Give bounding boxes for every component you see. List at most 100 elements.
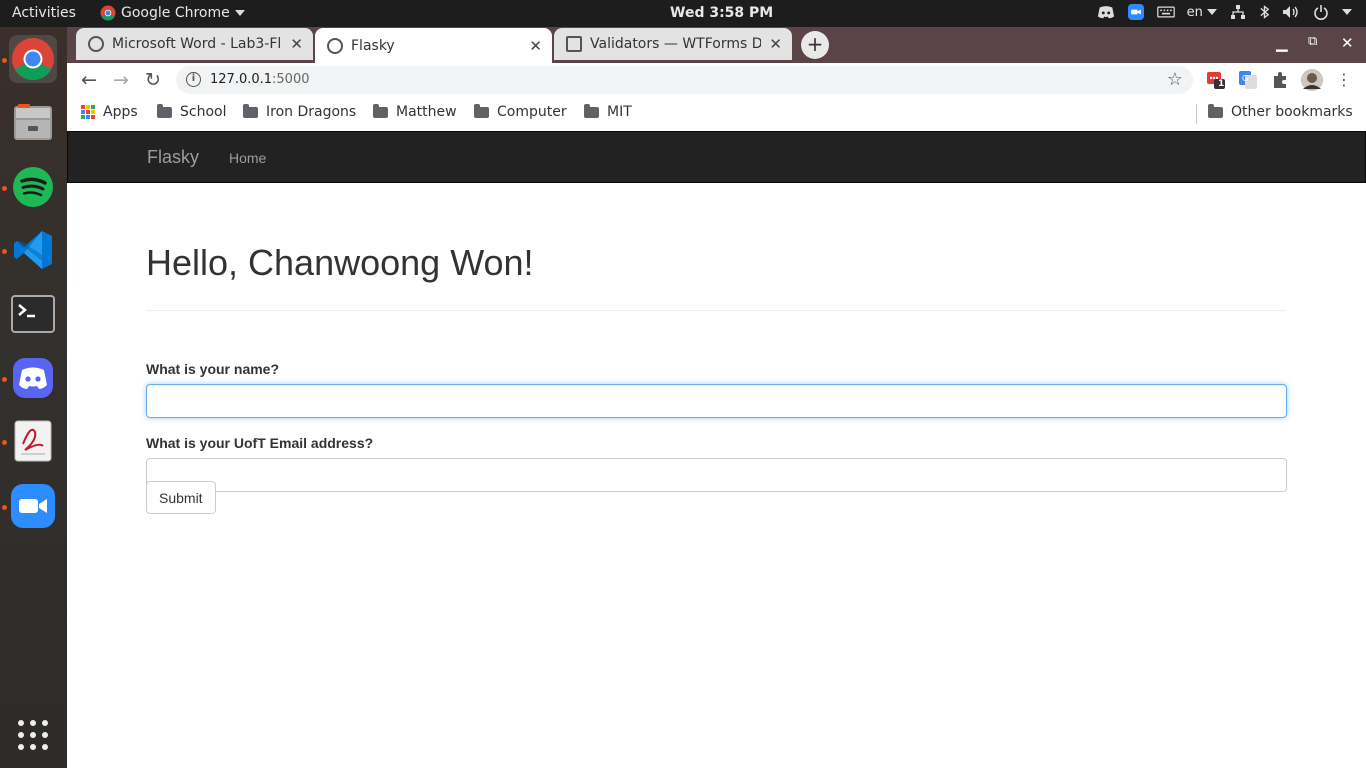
minimize-icon[interactable]: ▁ <box>1276 34 1288 52</box>
show-applications-button[interactable] <box>9 711 57 759</box>
browser-window: Microsoft Word - Lab3-Fla ✕ Flasky ✕ Val… <box>67 27 1366 768</box>
zoom-tray-icon[interactable] <box>1127 4 1145 20</box>
network-icon[interactable] <box>1229 4 1247 20</box>
maximize-icon[interactable]: ⧉ <box>1308 34 1317 49</box>
info-icon[interactable]: i <box>186 72 201 87</box>
dock-item-document-viewer[interactable] <box>9 417 57 465</box>
tab-title: Validators — WTForms Do <box>590 36 762 52</box>
language-indicator[interactable]: en <box>1187 5 1217 20</box>
site-navbar: Flasky Home <box>67 131 1366 183</box>
dock-item-files[interactable] <box>9 99 57 147</box>
nav-home-link[interactable]: Home <box>229 150 266 166</box>
url-text: 127.0.0.1:5000 <box>210 72 310 87</box>
folder-icon <box>373 103 388 118</box>
forward-icon[interactable]: → <box>109 69 133 93</box>
close-icon[interactable]: ✕ <box>290 35 303 53</box>
page-viewport: Flasky Home Hello, Chanwoong Won! What i… <box>67 131 1366 768</box>
kebab-menu-icon[interactable]: ⋮ <box>1332 69 1356 93</box>
bookmark-folder-school[interactable]: School <box>157 103 226 120</box>
document-icon <box>566 36 582 52</box>
chrome-small-icon <box>100 5 116 21</box>
spotify-icon <box>13 167 53 207</box>
globe-icon <box>327 37 343 54</box>
name-field-label: What is your name? <box>146 361 280 377</box>
bookmarks-bar: Apps School Iron Dragons Matthew Compute… <box>67 98 1366 131</box>
folder-icon <box>584 103 599 118</box>
bookmarks-divider <box>1196 104 1197 124</box>
tab-microsoft-word[interactable]: Microsoft Word - Lab3-Fla ✕ <box>76 28 313 60</box>
tab-title: Flasky <box>351 37 395 54</box>
dock-item-chrome[interactable] <box>9 35 57 83</box>
new-tab-button[interactable]: + <box>801 31 829 59</box>
dock-item-discord[interactable] <box>9 354 57 402</box>
bookmark-folder-other[interactable]: Other bookmarks <box>1208 103 1353 120</box>
globe-icon <box>88 36 104 52</box>
volume-icon[interactable] <box>1282 4 1300 20</box>
reload-icon[interactable]: ↻ <box>141 69 165 93</box>
navbar-brand-link[interactable]: Flasky <box>147 147 199 168</box>
apps-grid-icon <box>81 105 95 119</box>
bookmark-folder-mit[interactable]: MIT <box>584 103 632 120</box>
address-bar[interactable]: i 127.0.0.1:5000 ☆ <box>176 66 1193 94</box>
running-indicator <box>2 249 7 254</box>
system-tray[interactable]: en <box>1097 4 1352 20</box>
bluetooth-icon[interactable] <box>1259 4 1270 20</box>
chevron-down-icon[interactable] <box>1342 9 1352 15</box>
dock <box>0 27 67 768</box>
submit-button[interactable]: Submit <box>146 481 216 514</box>
chevron-down-icon <box>1207 9 1217 15</box>
activities-button[interactable]: Activities <box>12 5 76 21</box>
bookmark-folder-computer[interactable]: Computer <box>474 103 567 120</box>
close-icon[interactable]: ✕ <box>769 35 782 53</box>
extensions-puzzle-icon[interactable] <box>1271 71 1289 89</box>
dock-item-zoom[interactable] <box>9 482 57 530</box>
avatar[interactable] <box>1301 69 1323 91</box>
dock-item-spotify[interactable] <box>9 163 57 211</box>
vscode-icon <box>14 231 52 269</box>
system-top-bar: Activities Google Chrome Wed 3:58 PM en <box>0 0 1366 27</box>
translate-icon[interactable]: G <box>1239 71 1257 89</box>
discord-tray-icon[interactable] <box>1097 4 1115 20</box>
tab-title: Microsoft Word - Lab3-Fla <box>112 36 283 52</box>
clock[interactable]: Wed 3:58 PM <box>670 5 773 21</box>
page-title: Hello, Chanwoong Won! <box>146 242 534 283</box>
pdf-viewer-icon <box>14 420 52 462</box>
tab-strip: Microsoft Word - Lab3-Fla ✕ Flasky ✕ Val… <box>67 27 1366 63</box>
keyboard-icon[interactable] <box>1156 4 1175 20</box>
app-menu[interactable]: Google Chrome <box>100 5 245 21</box>
folder-icon <box>474 103 489 118</box>
dock-item-vscode[interactable] <box>9 226 57 274</box>
tab-validators[interactable]: Validators — WTForms Do ✕ <box>554 28 792 60</box>
files-icon <box>14 104 52 140</box>
terminal-icon <box>11 295 55 333</box>
name-input[interactable] <box>146 384 1287 418</box>
running-indicator <box>2 58 7 63</box>
back-icon[interactable]: ← <box>77 69 101 93</box>
tab-flasky[interactable]: Flasky ✕ <box>315 28 552 63</box>
running-indicator <box>2 505 7 510</box>
dock-item-terminal[interactable] <box>9 290 57 338</box>
chevron-down-icon <box>234 10 245 16</box>
chrome-icon <box>12 38 54 81</box>
folder-icon <box>157 103 172 118</box>
bookmark-apps[interactable]: Apps <box>81 104 138 120</box>
email-input[interactable] <box>146 458 1287 492</box>
close-icon[interactable]: ✕ <box>529 37 542 55</box>
running-indicator <box>2 440 7 445</box>
email-field-label: What is your UofT Email address? <box>146 435 374 451</box>
discord-icon <box>13 358 53 398</box>
browser-toolbar: ← → ↻ i 127.0.0.1:5000 ☆ 1 G ⋮ <box>67 63 1366 98</box>
running-indicator <box>2 377 7 382</box>
bookmark-folder-matthew[interactable]: Matthew <box>373 103 457 120</box>
running-indicator <box>2 186 7 191</box>
divider <box>146 310 1286 311</box>
folder-icon <box>1208 103 1223 118</box>
power-icon[interactable] <box>1312 4 1330 20</box>
extension-badge-count: 1 <box>1218 79 1225 89</box>
bookmark-star-icon[interactable]: ☆ <box>1167 69 1183 90</box>
close-window-icon[interactable]: ✕ <box>1341 34 1354 52</box>
bookmark-folder-iron-dragons[interactable]: Iron Dragons <box>243 103 356 120</box>
grid-icon <box>18 720 48 750</box>
svg-text:G: G <box>1242 74 1248 83</box>
folder-icon <box>243 103 258 118</box>
